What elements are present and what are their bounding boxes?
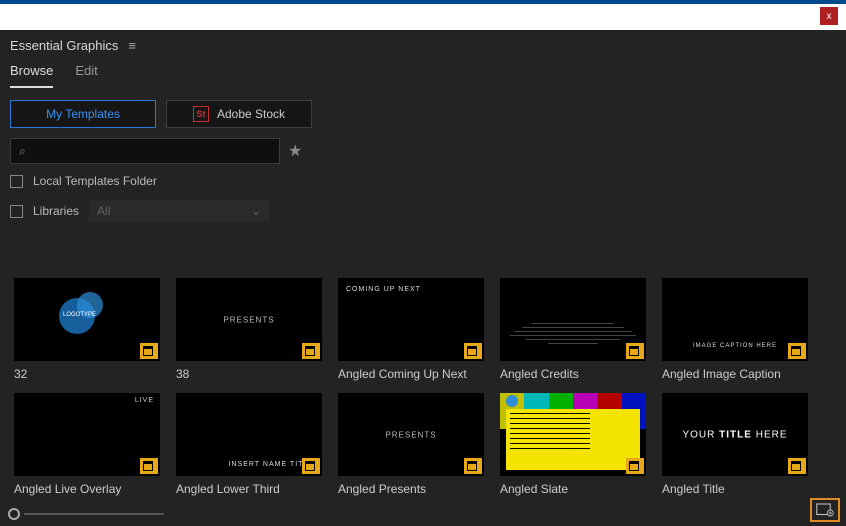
thumb-text: PRESENTS xyxy=(338,430,484,439)
adobe-stock-icon: St xyxy=(193,106,209,122)
favorites-filter-icon[interactable]: ★ xyxy=(288,141,302,161)
template-thumbnail: COMING UP NEXT xyxy=(338,278,484,361)
mogrt-badge-icon xyxy=(140,343,158,359)
tab-edit[interactable]: Edit xyxy=(75,63,97,88)
mogrt-badge-icon xyxy=(464,458,482,474)
template-item[interactable]: IMAGE CAPTION HERE Angled Image Caption xyxy=(662,278,808,381)
filters: Local Templates Folder Libraries All ⌄ xyxy=(0,164,846,240)
search-input[interactable] xyxy=(26,144,271,158)
templates-grid: LOGOTYPE 32 PRESENTS 38 COMING UP NEXT A… xyxy=(14,278,832,502)
template-thumbnail xyxy=(500,278,646,361)
template-thumbnail: LIVE xyxy=(14,393,160,476)
adobe-stock-label: Adobe Stock xyxy=(217,107,285,121)
panel-menu-icon[interactable]: ≡ xyxy=(128,38,136,53)
thumb-text: PRESENTS xyxy=(176,315,322,324)
panel-header: Essential Graphics ≡ xyxy=(0,30,846,59)
source-buttons: My Templates St Adobe Stock xyxy=(0,88,846,138)
thumb-text: COMING UP NEXT xyxy=(346,286,421,293)
mogrt-badge-icon xyxy=(626,458,644,474)
chevron-down-icon: ⌄ xyxy=(251,204,261,218)
template-thumbnail: YOUR TITLE HERE xyxy=(662,393,808,476)
mogrt-badge-icon xyxy=(302,458,320,474)
adobe-stock-button[interactable]: St Adobe Stock xyxy=(166,100,312,128)
mogrt-badge-icon xyxy=(788,458,806,474)
thumb-text: IMAGE CAPTION HERE xyxy=(662,343,808,349)
mogrt-badge-icon xyxy=(140,458,158,474)
libraries-checkbox[interactable] xyxy=(10,205,23,218)
zoom-track[interactable] xyxy=(24,513,164,515)
filter-libraries: Libraries All ⌄ xyxy=(10,200,836,222)
my-templates-button[interactable]: My Templates xyxy=(10,100,156,128)
tab-browse[interactable]: Browse xyxy=(10,63,53,88)
credits-lines xyxy=(510,320,636,347)
template-item[interactable]: YOUR TITLE HERE Angled Title xyxy=(662,393,808,496)
template-item[interactable]: LOGOTYPE 32 xyxy=(14,278,160,381)
libraries-select[interactable]: All ⌄ xyxy=(89,200,269,222)
template-thumbnail: INSERT NAME TITLE xyxy=(176,393,322,476)
local-templates-checkbox[interactable] xyxy=(10,175,23,188)
libraries-select-value: All xyxy=(97,204,110,218)
local-templates-label: Local Templates Folder xyxy=(33,174,157,188)
search-box[interactable]: ⌕ xyxy=(10,138,280,164)
libraries-label: Libraries xyxy=(33,204,79,218)
template-label: Angled Slate xyxy=(500,476,646,496)
template-item[interactable]: COMING UP NEXT Angled Coming Up Next xyxy=(338,278,484,381)
zoom-knob[interactable] xyxy=(8,508,20,520)
template-label: Angled Presents xyxy=(338,476,484,496)
panel-title: Essential Graphics xyxy=(10,38,118,53)
template-label: 38 xyxy=(176,361,322,381)
template-label: Angled Coming Up Next xyxy=(338,361,484,381)
template-label: Angled Credits xyxy=(500,361,646,381)
filter-local-templates: Local Templates Folder xyxy=(10,174,836,188)
template-thumbnail xyxy=(500,393,646,476)
panel-tabs: Browse Edit xyxy=(0,59,846,88)
mogrt-badge-icon xyxy=(464,343,482,359)
template-item[interactable]: INSERT NAME TITLE Angled Lower Third xyxy=(176,393,322,496)
template-label: Angled Image Caption xyxy=(662,361,808,381)
titlebar: x xyxy=(0,0,846,30)
thumb-text: LIVE xyxy=(135,397,154,404)
template-thumbnail: LOGOTYPE xyxy=(14,278,160,361)
mogrt-badge-icon xyxy=(788,343,806,359)
templates-grid-scroll[interactable]: LOGOTYPE 32 PRESENTS 38 COMING UP NEXT A… xyxy=(0,278,846,502)
mogrt-badge-icon xyxy=(626,343,644,359)
new-document-icon xyxy=(816,503,834,517)
search-row: ⌕ ★ xyxy=(0,138,846,164)
template-label: 32 xyxy=(14,361,160,381)
template-item[interactable]: Angled Slate xyxy=(500,393,646,496)
template-item[interactable]: LIVE Angled Live Overlay xyxy=(14,393,160,496)
thumbnail-zoom-slider[interactable] xyxy=(8,508,164,520)
new-item-button[interactable] xyxy=(810,498,840,522)
search-icon: ⌕ xyxy=(19,144,26,159)
template-item[interactable]: PRESENTS Angled Presents xyxy=(338,393,484,496)
essential-graphics-panel: Essential Graphics ≡ Browse Edit My Temp… xyxy=(0,30,846,526)
template-thumbnail: PRESENTS xyxy=(338,393,484,476)
template-item[interactable]: Angled Credits xyxy=(500,278,646,381)
template-label: Angled Live Overlay xyxy=(14,476,160,496)
template-thumbnail: IMAGE CAPTION HERE xyxy=(662,278,808,361)
template-label: Angled Lower Third xyxy=(176,476,322,496)
thumb-text: YOUR TITLE HERE xyxy=(662,429,808,440)
template-thumbnail: PRESENTS xyxy=(176,278,322,361)
window-close-button[interactable]: x xyxy=(820,7,838,25)
template-label: Angled Title xyxy=(662,476,808,496)
mogrt-badge-icon xyxy=(302,343,320,359)
template-item[interactable]: PRESENTS 38 xyxy=(176,278,322,381)
